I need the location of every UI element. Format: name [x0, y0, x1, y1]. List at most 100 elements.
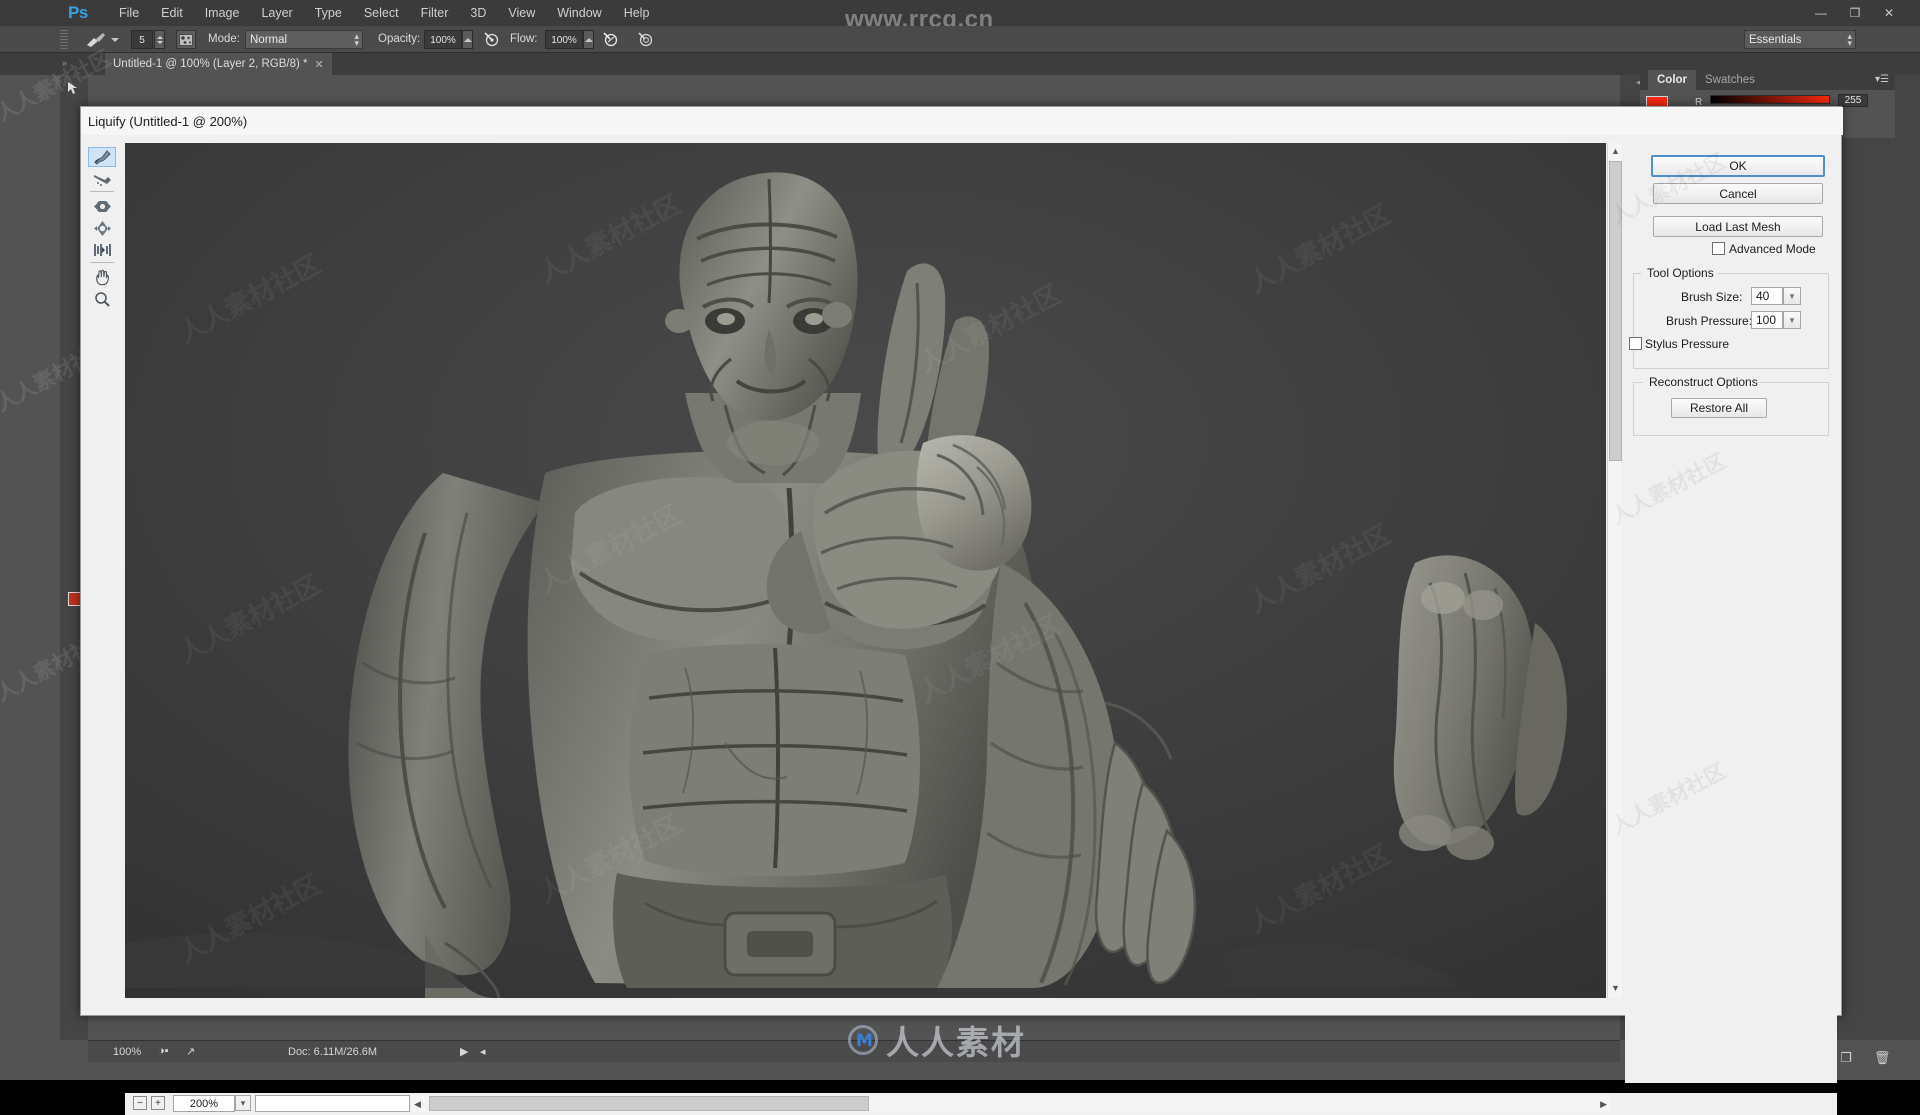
- scroll-up-icon[interactable]: ▲: [1611, 146, 1620, 156]
- liquify-dialog: Liquify (Untitled-1 @ 200%) 人人素材社区 人人素材社…: [80, 106, 1843, 1115]
- zoom-slider-track[interactable]: [255, 1095, 410, 1112]
- menu-item-help[interactable]: Help: [613, 0, 661, 26]
- options-bar-grip[interactable]: [60, 30, 68, 49]
- status-zoom-value[interactable]: 100%: [113, 1046, 141, 1058]
- document-tab[interactable]: Untitled-1 @ 100% (Layer 2, RGB/8) * ✕: [105, 53, 332, 75]
- opacity-spinner[interactable]: [462, 30, 473, 49]
- liquify-brush-size-dropdown-icon[interactable]: ▾: [1783, 287, 1801, 305]
- cancel-button[interactable]: Cancel: [1653, 183, 1823, 204]
- workspace-caret-icon: ▴ ▾: [1847, 31, 1852, 48]
- tool-options-bar: 5 Mode: Normal ▴ ▾ Opacity: 100% Flow: 1…: [0, 26, 1920, 53]
- channel-r-value[interactable]: 255: [1838, 94, 1868, 107]
- forward-warp-tool[interactable]: [88, 147, 116, 167]
- menu-item-image[interactable]: Image: [194, 0, 251, 26]
- delete-layer-icon[interactable]: 🗑: [1874, 1050, 1891, 1066]
- restore-all-button[interactable]: Restore All: [1671, 398, 1767, 418]
- group-border: [1633, 273, 1641, 274]
- ok-button[interactable]: OK: [1651, 155, 1825, 177]
- menu-item-type[interactable]: Type: [304, 0, 353, 26]
- liquify-tools-column: [85, 139, 121, 959]
- document-tab-strip: » Untitled-1 @ 100% (Layer 2, RGB/8) * ✕: [0, 53, 1920, 75]
- brush-panel-toggle-icon[interactable]: [176, 30, 196, 49]
- watermark-tile: 人人素材社区: [1607, 448, 1730, 530]
- blend-mode-select[interactable]: Normal ▴ ▾: [245, 30, 363, 49]
- channel-r-slider[interactable]: [1710, 95, 1830, 104]
- zoom-tool[interactable]: [88, 289, 116, 309]
- menu-item-layer[interactable]: Layer: [250, 0, 303, 26]
- mask-preview-icon[interactable]: ◑▪: [158, 1045, 169, 1057]
- status-expand-icon[interactable]: ▶: [460, 1045, 468, 1058]
- move-tool-icon[interactable]: [63, 78, 85, 98]
- pucker-bloat-tool[interactable]: [88, 218, 116, 238]
- minimize-button[interactable]: —: [1804, 2, 1838, 24]
- reconstruct-options-title: Reconstruct Options: [1645, 375, 1762, 389]
- liquify-dialog-title: Liquify (Untitled-1 @ 200%): [81, 107, 1843, 135]
- canvas-horizontal-scrollbar[interactable]: ◀ ▶: [411, 1095, 1611, 1112]
- status-more-icon[interactable]: ◂: [480, 1045, 486, 1058]
- h-scroll-thumb[interactable]: [429, 1096, 869, 1111]
- liquify-brush-size-field[interactable]: 40: [1751, 287, 1783, 305]
- menu-item-view[interactable]: View: [497, 0, 546, 26]
- tab-strip-expand-icon[interactable]: »: [62, 58, 67, 68]
- photoshop-logo: Ps: [68, 3, 88, 22]
- creature-sculpt-preview: 人人素材社区 人人素材社区 人人素材社区 人人素材社区 人人素材社区 人人素材社…: [125, 143, 1606, 998]
- menu-item-window[interactable]: Window: [546, 0, 612, 26]
- canvas-vertical-scrollbar[interactable]: ▲ ▼: [1607, 143, 1622, 998]
- flow-field[interactable]: 100%: [545, 30, 583, 49]
- ps-status-bar: 100% ◑▪ ↗ Doc: 6.11M/26.6M ▶ ◂: [88, 1040, 1620, 1062]
- menu-item-filter[interactable]: Filter: [410, 0, 460, 26]
- color-panel-menu-icon[interactable]: ▾☰: [1875, 74, 1889, 85]
- workspace-selector[interactable]: Essentials ▴ ▾: [1744, 30, 1856, 49]
- liquify-brush-pressure-field[interactable]: 100: [1751, 311, 1783, 329]
- zoom-out-button[interactable]: −: [133, 1096, 147, 1110]
- liquify-brush-pressure-dropdown-icon[interactable]: ▾: [1783, 311, 1801, 329]
- menu-items: File Edit Image Layer Type Select Filter…: [108, 0, 660, 26]
- share-icon[interactable]: ↗: [186, 1045, 195, 1058]
- tab-swatches[interactable]: Swatches: [1696, 70, 1764, 90]
- zoom-level-field[interactable]: 200%: [173, 1095, 235, 1112]
- liquify-options-pane: OK Cancel Load Last Mesh Advanced Mode T…: [1607, 143, 1837, 1083]
- stylus-pressure-checkbox[interactable]: [1629, 337, 1642, 350]
- push-left-tool[interactable]: [88, 240, 116, 260]
- tablet-pressure-opacity-icon[interactable]: [483, 30, 500, 50]
- brush-pressure-label: Brush Pressure:: [1666, 314, 1753, 328]
- tool-divider: [90, 262, 114, 263]
- brush-preset-icon[interactable]: [84, 31, 106, 49]
- liquify-preview-canvas[interactable]: 人人素材社区 人人素材社区 人人素材社区 人人素材社区 人人素材社区 人人素材社…: [125, 143, 1606, 998]
- restore-button[interactable]: ❐: [1838, 2, 1872, 24]
- tab-color[interactable]: Color: [1648, 70, 1697, 90]
- new-layer-icon[interactable]: ❐: [1840, 1050, 1852, 1066]
- document-tab-close-icon[interactable]: ✕: [314, 58, 323, 71]
- brush-size-field[interactable]: 5: [131, 30, 153, 49]
- group-border: [1718, 273, 1829, 274]
- menu-item-3d[interactable]: 3D: [459, 0, 497, 26]
- opacity-field[interactable]: 100%: [424, 30, 462, 49]
- twirl-clockwise-tool[interactable]: [88, 196, 116, 216]
- zoom-level-caret-icon[interactable]: ▾: [235, 1095, 251, 1111]
- load-last-mesh-button[interactable]: Load Last Mesh: [1653, 216, 1823, 237]
- menu-item-select[interactable]: Select: [353, 0, 410, 26]
- hand-tool[interactable]: [88, 267, 116, 287]
- menu-item-file[interactable]: File: [108, 0, 150, 26]
- mode-label: Mode:: [208, 33, 240, 45]
- menu-item-edit[interactable]: Edit: [150, 0, 194, 26]
- close-button[interactable]: ✕: [1872, 2, 1906, 24]
- airbrush-icon[interactable]: [602, 30, 619, 50]
- group-border: [1633, 382, 1643, 383]
- tablet-pressure-size-icon[interactable]: [637, 30, 654, 50]
- blend-mode-caret-icon: ▴ ▾: [354, 31, 359, 48]
- reconstruct-tool[interactable]: [88, 169, 116, 189]
- brush-preset-caret-icon[interactable]: [111, 38, 119, 42]
- watermark-tile: 人人素材社区: [1607, 758, 1730, 840]
- scroll-right-icon[interactable]: ▶: [1600, 1099, 1607, 1110]
- brush-size-spinner[interactable]: [154, 30, 165, 49]
- stylus-pressure-label: Stylus Pressure: [1645, 337, 1730, 351]
- group-border: [1755, 382, 1829, 383]
- scroll-left-icon[interactable]: ◀: [414, 1099, 421, 1110]
- flow-spinner[interactable]: [583, 30, 594, 49]
- advanced-mode-label: Advanced Mode: [1729, 242, 1816, 256]
- advanced-mode-checkbox[interactable]: [1712, 242, 1725, 255]
- scroll-down-icon[interactable]: ▼: [1611, 983, 1620, 993]
- v-scroll-thumb[interactable]: [1609, 161, 1622, 461]
- zoom-in-button[interactable]: +: [151, 1096, 165, 1110]
